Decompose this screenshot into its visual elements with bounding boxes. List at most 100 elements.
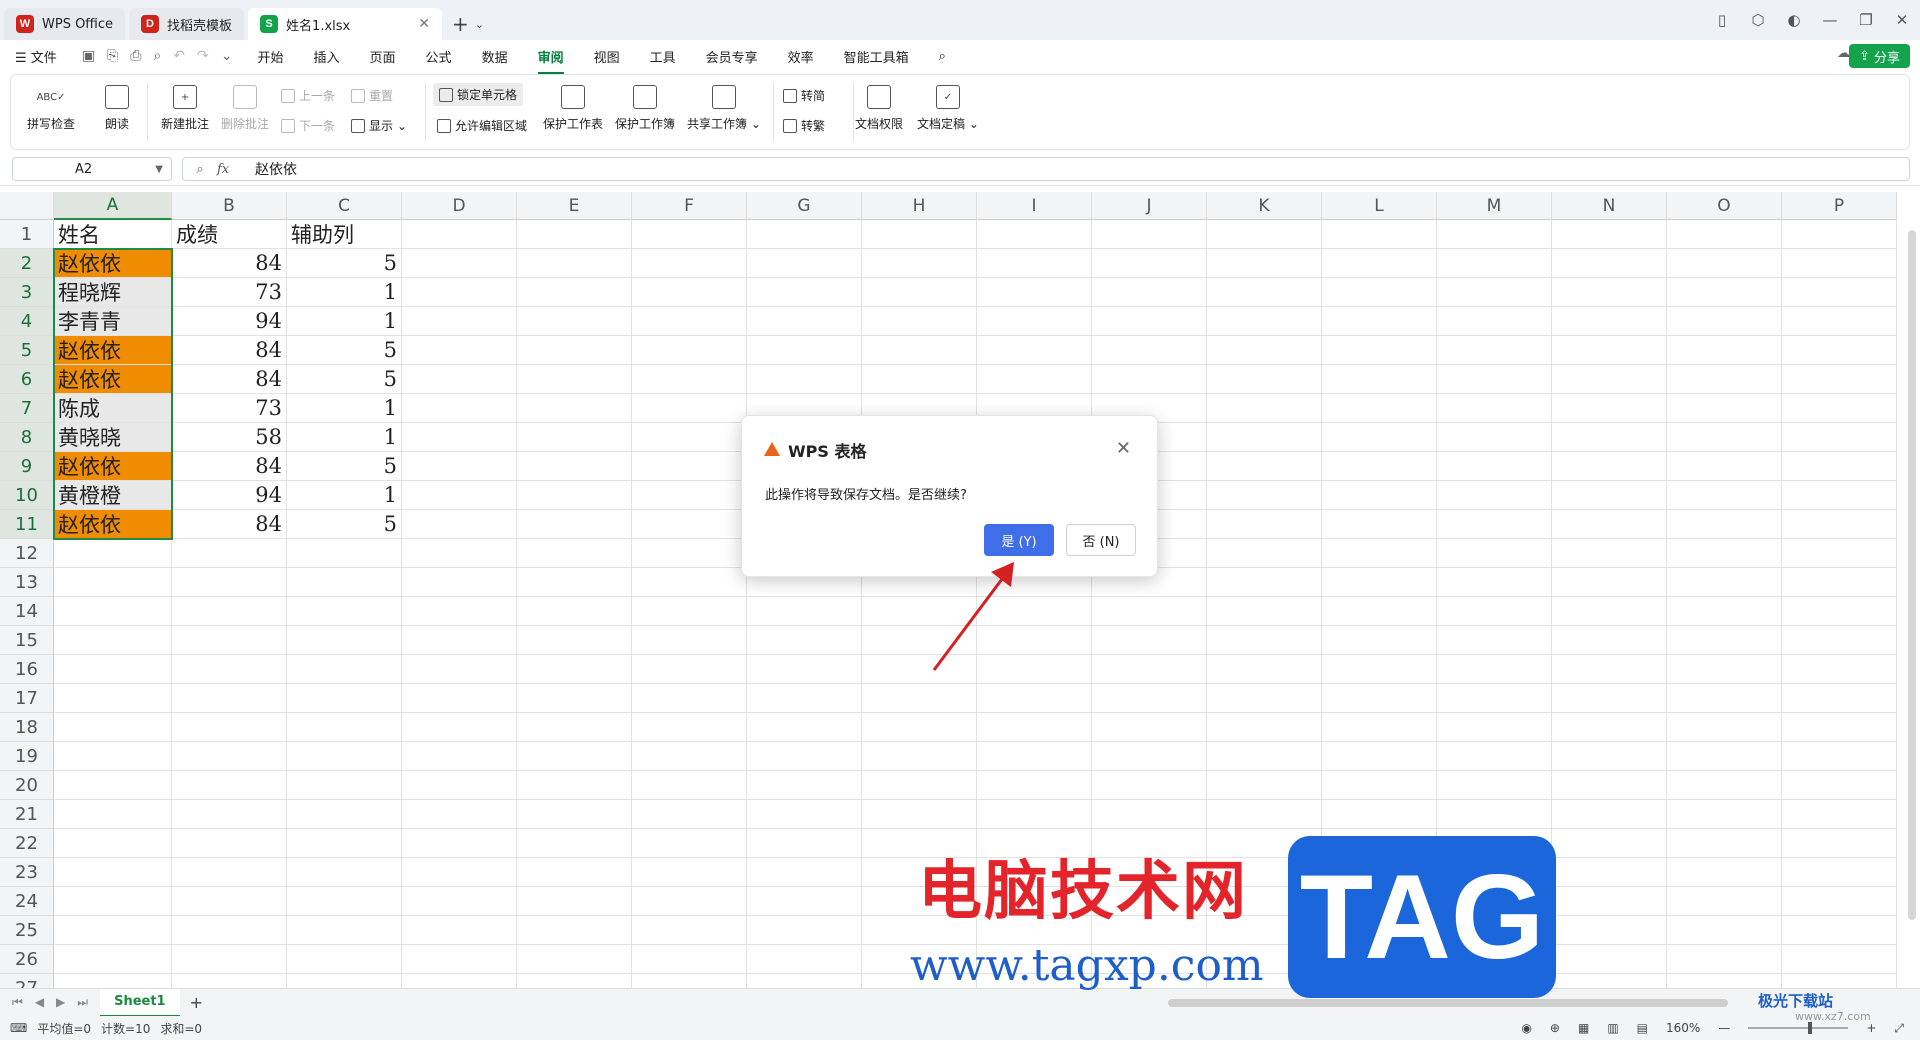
cell[interactable]: [1207, 394, 1322, 423]
cell[interactable]: [1207, 278, 1322, 307]
aux-cell[interactable]: 1: [287, 307, 402, 336]
score-cell[interactable]: 84: [172, 336, 287, 365]
cell[interactable]: [747, 626, 862, 655]
row-header[interactable]: 12: [0, 539, 54, 568]
cell[interactable]: [1207, 655, 1322, 684]
cell[interactable]: [1092, 771, 1207, 800]
cell[interactable]: [517, 887, 632, 916]
cell[interactable]: [977, 278, 1092, 307]
lock-cell-button[interactable]: 锁定单元格: [433, 83, 524, 106]
zoom-formula-icon[interactable]: ⌕: [183, 162, 217, 177]
cell[interactable]: [1207, 307, 1322, 336]
cell[interactable]: [1667, 945, 1782, 974]
cell[interactable]: [402, 568, 517, 597]
cell[interactable]: [517, 278, 632, 307]
cell[interactable]: [747, 365, 862, 394]
header-cell[interactable]: 辅助列: [287, 220, 402, 249]
protect-workbook-button[interactable]: 保护工作簿: [615, 85, 675, 132]
cell[interactable]: [54, 829, 172, 858]
cell[interactable]: [287, 597, 402, 626]
cell[interactable]: [1437, 510, 1552, 539]
cell[interactable]: [1782, 829, 1897, 858]
cell[interactable]: [632, 684, 747, 713]
cell[interactable]: [632, 887, 747, 916]
cell[interactable]: [54, 916, 172, 945]
cell[interactable]: [172, 626, 287, 655]
cell[interactable]: [402, 800, 517, 829]
cell[interactable]: [517, 220, 632, 249]
cell[interactable]: [747, 829, 862, 858]
cell[interactable]: [1667, 249, 1782, 278]
cell[interactable]: [747, 684, 862, 713]
zoom-slider[interactable]: [1748, 1022, 1849, 1034]
row-header[interactable]: 4: [0, 307, 54, 336]
cell[interactable]: [402, 684, 517, 713]
cell[interactable]: [517, 568, 632, 597]
header-cell[interactable]: 姓名: [54, 220, 172, 249]
column-header[interactable]: N: [1552, 192, 1667, 220]
cell[interactable]: [977, 626, 1092, 655]
cell[interactable]: [287, 539, 402, 568]
row-header[interactable]: 15: [0, 626, 54, 655]
score-cell[interactable]: 58: [172, 423, 287, 452]
cell[interactable]: [1552, 742, 1667, 771]
cell[interactable]: [1322, 510, 1437, 539]
cell[interactable]: [402, 916, 517, 945]
cell[interactable]: [862, 365, 977, 394]
cell[interactable]: [517, 829, 632, 858]
cell[interactable]: [862, 713, 977, 742]
cell[interactable]: [402, 481, 517, 510]
to-traditional-button[interactable]: 转繁: [783, 117, 825, 134]
cell[interactable]: [1782, 510, 1897, 539]
cell[interactable]: [747, 800, 862, 829]
column-header[interactable]: L: [1322, 192, 1437, 220]
row-header[interactable]: 10: [0, 481, 54, 510]
cell[interactable]: [1092, 307, 1207, 336]
cell[interactable]: [287, 713, 402, 742]
cell[interactable]: [1092, 684, 1207, 713]
cell[interactable]: [1782, 278, 1897, 307]
cell[interactable]: [54, 684, 172, 713]
cell[interactable]: [517, 481, 632, 510]
yes-button[interactable]: 是 (Y): [984, 524, 1054, 556]
cell[interactable]: [1552, 249, 1667, 278]
cell[interactable]: [1437, 394, 1552, 423]
cell[interactable]: [1437, 336, 1552, 365]
cell[interactable]: [1552, 365, 1667, 394]
cell[interactable]: [287, 771, 402, 800]
menu-tools[interactable]: 工具: [635, 47, 691, 66]
column-header[interactable]: B: [172, 192, 287, 220]
menu-smart-tools[interactable]: 智能工具箱: [829, 47, 924, 66]
cell[interactable]: [1782, 539, 1897, 568]
to-simplified-button[interactable]: 转简: [783, 87, 825, 104]
cell[interactable]: [1667, 394, 1782, 423]
cell[interactable]: [1782, 916, 1897, 945]
cell[interactable]: [1322, 539, 1437, 568]
cell[interactable]: [1782, 597, 1897, 626]
cell[interactable]: [632, 713, 747, 742]
cell[interactable]: [402, 655, 517, 684]
aux-cell[interactable]: 5: [287, 452, 402, 481]
cell[interactable]: [1552, 452, 1667, 481]
cell[interactable]: [1207, 713, 1322, 742]
cell[interactable]: [1207, 452, 1322, 481]
first-sheet-icon[interactable]: ⏮: [12, 995, 23, 1010]
add-sheet-button[interactable]: +: [180, 993, 213, 1012]
cell[interactable]: [1667, 307, 1782, 336]
row-header[interactable]: 20: [0, 771, 54, 800]
row-header[interactable]: 18: [0, 713, 54, 742]
column-header[interactable]: D: [402, 192, 517, 220]
cell[interactable]: [977, 742, 1092, 771]
cell[interactable]: [862, 626, 977, 655]
cell[interactable]: [1322, 713, 1437, 742]
cell[interactable]: [402, 597, 517, 626]
cell[interactable]: [1092, 626, 1207, 655]
cell[interactable]: [977, 249, 1092, 278]
cell[interactable]: [1667, 684, 1782, 713]
cell[interactable]: [632, 336, 747, 365]
row-header[interactable]: 27: [0, 974, 54, 988]
cell[interactable]: [54, 742, 172, 771]
cell[interactable]: [632, 916, 747, 945]
cell[interactable]: [1552, 829, 1667, 858]
cell[interactable]: [747, 974, 862, 988]
